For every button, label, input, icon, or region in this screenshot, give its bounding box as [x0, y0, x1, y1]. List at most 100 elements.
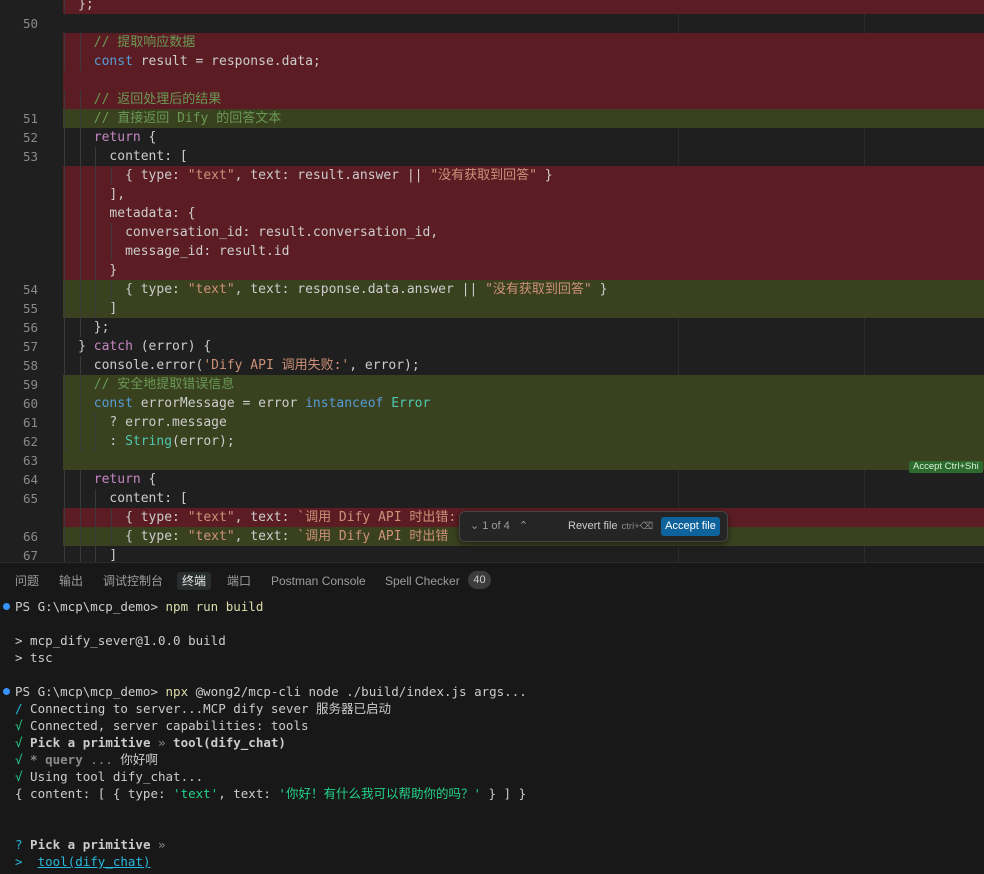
deleted-code-line: // 提取响应数据 [0, 33, 984, 52]
terminal-text: Pick a primitive [22, 837, 151, 852]
tab-problems[interactable]: 问题 [15, 572, 39, 590]
line-number: 57 [22, 339, 38, 354]
code-text: metadata: { [46, 206, 196, 221]
deleted-code-line: message_id: result.id [0, 242, 984, 261]
code-text: ? error.message [46, 415, 227, 430]
revert-file-label: Revert file [568, 520, 618, 532]
line-number: 67 [22, 548, 38, 562]
terminal-line: > tsc [15, 650, 53, 665]
tab-ports[interactable]: 端口 [227, 572, 251, 590]
tab-debug-console[interactable]: 调试控制台 [103, 572, 163, 590]
line-number: 63 [22, 453, 38, 468]
added-code-line: 62 : String(error); [0, 432, 984, 451]
code-line: 50 [0, 14, 984, 33]
code-line: 64 return { [0, 470, 984, 489]
line-number: 56 [22, 320, 38, 335]
command-status-icon [3, 688, 10, 695]
spinner-icon: / [15, 701, 23, 716]
code-text: // 直接返回 Dify 的回答文本 [46, 111, 282, 126]
bottom-panel: 问题 输出 调试控制台 终端 端口 Postman Console Spell … [0, 562, 984, 874]
code-text: message_id: result.id [46, 244, 290, 259]
diff-highlight [63, 128, 984, 147]
line-number: 59 [22, 377, 38, 392]
terminal-prompt: PS G:\mcp\mcp_demo> [15, 684, 166, 699]
selection-arrow-icon: > [15, 854, 23, 869]
deleted-code-line: { type: "text", text: result.answer || "… [0, 166, 984, 185]
tab-output[interactable]: 输出 [59, 572, 83, 590]
revert-file-button[interactable]: Revert file ctrl+⌫ [568, 512, 653, 541]
terminal-text: tool(dify_chat) [173, 735, 286, 750]
code-text: { type: "text", text: result.answer || "… [46, 168, 553, 183]
line-number: 53 [22, 149, 38, 164]
terminal-command: npx [165, 684, 189, 699]
accept-file-button[interactable]: Accept file [661, 517, 720, 536]
terminal-text: { content: [ { type: [15, 786, 174, 801]
panel-tabs: 问题 输出 调试控制台 终端 端口 Postman Console Spell … [0, 563, 984, 597]
terminal-line: √ * query ... 你好啊 [15, 751, 158, 768]
code-text: ] [46, 301, 118, 316]
code-line: 67 ] [0, 546, 984, 562]
choice-label: tool(dify_chat) [37, 854, 151, 869]
terminal-line: > mcp_dify_sever@1.0.0 build [15, 633, 226, 648]
spell-checker-count-badge: 40 [468, 571, 491, 589]
terminal-line: √ Connected, server capabilities: tools [15, 717, 309, 734]
terminal-string: 'text' [173, 786, 219, 801]
tab-postman-console[interactable]: Postman Console [271, 572, 366, 590]
added-code-line: 51 // 直接返回 Dify 的回答文本 [0, 109, 984, 128]
terminal-text: * query [22, 752, 83, 767]
terminal-separator: » [150, 735, 174, 750]
line-number: 61 [22, 415, 38, 430]
diff-highlight [63, 71, 984, 90]
line-number: 60 [22, 396, 38, 411]
terminal-string: '你好！有什么我可以帮助你的吗？' [278, 786, 481, 801]
terminal-choice[interactable]: > tool(dify_chat) [15, 853, 150, 870]
diff-highlight [63, 261, 984, 280]
check-icon: √ [15, 718, 23, 733]
code-text: content: [ [46, 149, 188, 164]
terminal-line: { content: [ { type: 'text', text: '你好！有… [15, 785, 526, 802]
code-text: // 返回处理后的结果 [46, 92, 222, 107]
chevron-up-icon[interactable]: ⌃ [519, 520, 528, 532]
deleted-code-line: const result = response.data; [0, 52, 984, 71]
question-icon: ? [15, 837, 23, 852]
accept-change-badge[interactable]: Accept Ctrl+Shi [909, 461, 983, 473]
code-text: const errorMessage = error instanceof Er… [93, 396, 431, 411]
terminal-text: , text: [218, 786, 279, 801]
diff-highlight [63, 147, 984, 166]
code-text: // 提取响应数据 [46, 35, 196, 50]
code-line: 56 }; [0, 318, 984, 337]
diff-highlight [63, 185, 984, 204]
diff-editor[interactable]: }; 50 // 提取响应数据 const result = response.d… [0, 0, 984, 562]
added-code-line: 55 ] [0, 299, 984, 318]
terminal-line: PS G:\mcp\mcp_demo> npm run build [0, 598, 263, 615]
deleted-code-line: } [0, 261, 984, 280]
diff-highlight [63, 318, 984, 337]
line-number: 62 [22, 434, 38, 449]
chevron-down-icon[interactable]: ⌄ [470, 520, 479, 532]
change-counter: 1 of 4 [482, 520, 510, 532]
change-navigator[interactable]: ⌄ 1 of 4 ⌃ [470, 512, 531, 541]
line-number: 66 [22, 529, 38, 544]
tab-spell-checker[interactable]: Spell Checker [385, 572, 460, 590]
diff-highlight [63, 0, 984, 14]
line-number: 50 [22, 16, 38, 31]
code-text: }; [46, 0, 94, 12]
terminal-separator: ... [82, 752, 121, 767]
terminal-command: npm run build [165, 599, 264, 614]
code-text: { type: "text", text: response.data.answ… [46, 282, 608, 297]
tab-terminal[interactable]: 终端 [177, 572, 212, 590]
added-code-line: 54 { type: "text", text: response.data.a… [0, 280, 984, 299]
code-text: } catch (error) { [46, 339, 212, 354]
line-number: 65 [22, 491, 38, 506]
terminal-args: @wong2/mcp-cli node ./build/index.js arg… [188, 684, 527, 699]
terminal-line: √ Using tool dify_chat... [15, 768, 203, 785]
terminal-line: ? Pick a primitive » [15, 836, 166, 853]
code-text: return { [93, 472, 157, 487]
code-line: 58 console.error('Dify API 调用失败:', error… [0, 356, 984, 375]
code-text: console.error('Dify API 调用失败:', error); [46, 358, 420, 373]
code-line: 53 content: [ [0, 147, 984, 166]
check-icon: √ [15, 752, 23, 767]
terminal-prompt: PS G:\mcp\mcp_demo> [15, 599, 166, 614]
deleted-code-line: // 返回处理后的结果 [0, 90, 984, 109]
added-code-line: 63 [0, 451, 984, 470]
